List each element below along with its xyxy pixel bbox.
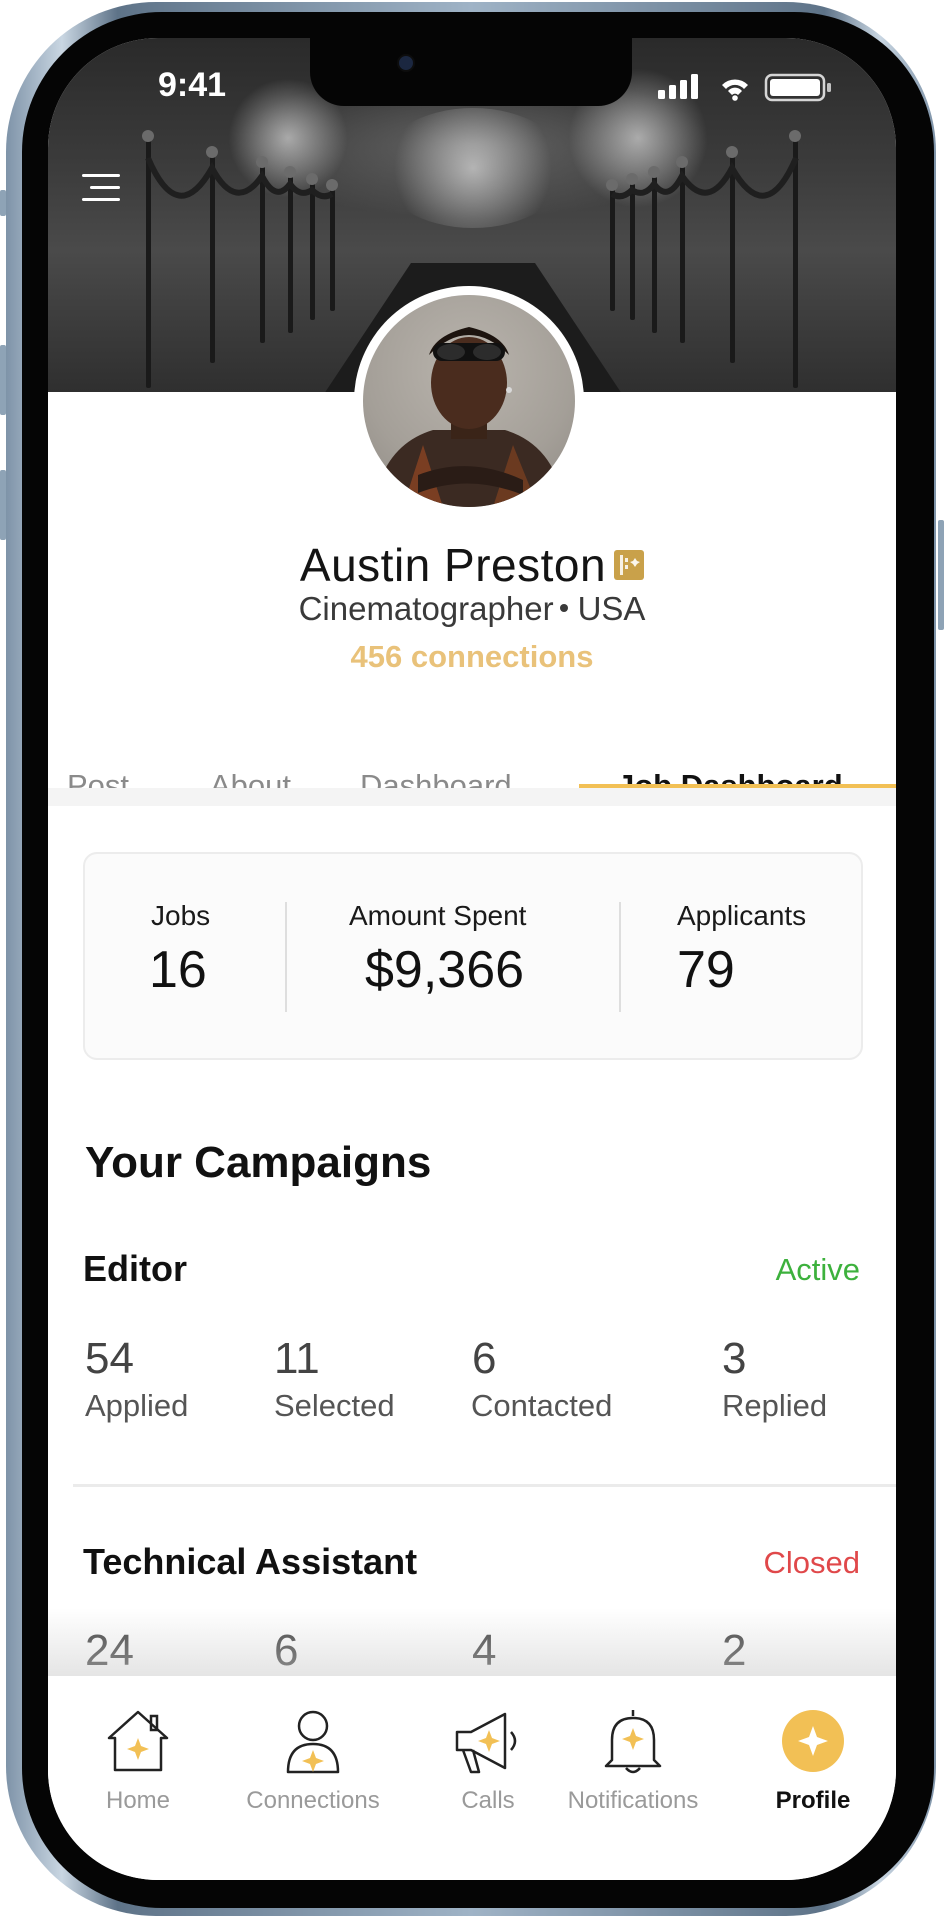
tab-divider <box>48 788 896 806</box>
metric-applied-label: Applied <box>85 1388 189 1423</box>
wifi-icon <box>722 79 748 101</box>
campaign-status-closed: Closed <box>763 1545 861 1580</box>
metric-contacted-label: Contacted <box>471 1388 613 1423</box>
person-icon <box>278 1706 348 1776</box>
bell-icon <box>598 1706 668 1776</box>
metric-selected-value: 11 <box>274 1334 320 1383</box>
profile-star-icon <box>778 1706 848 1776</box>
profile-name: Austin Preston <box>299 539 607 591</box>
campaign-status-active: Active <box>775 1252 860 1287</box>
stat-amount-label: Amount Spent <box>349 900 527 931</box>
notch <box>310 38 632 106</box>
stat-jobs-label: Jobs <box>151 900 211 931</box>
campaigns-title: Your Campaigns <box>85 1138 432 1187</box>
metric-applied-value: 54 <box>85 1334 134 1383</box>
status-icons <box>658 72 838 102</box>
megaphone-icon <box>453 1706 523 1776</box>
app-screen: 9:41 Austin Preston Cinematographer USA … <box>48 38 896 1880</box>
signal-icon <box>658 74 698 99</box>
nav-connections-label: Connections <box>246 1787 380 1814</box>
nav-home-label: Home <box>105 1787 171 1814</box>
separator-dot <box>559 604 568 613</box>
metric-selected-label: Selected <box>274 1388 395 1423</box>
profile-role: Cinematographer <box>298 590 554 627</box>
nav-profile-label: Profile <box>775 1787 851 1814</box>
battery-icon <box>764 73 831 102</box>
volume-up-button <box>0 345 6 415</box>
stat-divider <box>285 902 287 1012</box>
nav-calls-label: Calls <box>461 1787 515 1814</box>
nav-notifications[interactable]: Notifications <box>548 1676 718 1826</box>
stat-applicants-value: 79 <box>677 941 735 999</box>
connections-link[interactable]: 456 connections <box>48 639 896 675</box>
nav-notifications-label: Notifications <box>567 1787 699 1814</box>
bottom-nav: Home Connections Calls Notifications Pro… <box>48 1676 896 1880</box>
campaign-title: Technical Assistant <box>83 1541 418 1582</box>
stat-applicants-label: Applicants <box>677 900 807 931</box>
nav-profile[interactable]: Profile <box>758 1676 868 1826</box>
nav-calls[interactable]: Calls <box>438 1676 538 1826</box>
menu-button[interactable] <box>82 172 126 206</box>
profile-name-row: Austin Preston <box>48 538 896 592</box>
profile-subtitle: Cinematographer USA <box>48 590 896 628</box>
metric-contacted-value: 6 <box>472 1334 497 1383</box>
home-icon <box>103 1706 173 1776</box>
stat-jobs-value: 16 <box>149 941 207 999</box>
stat-divider <box>619 902 621 1012</box>
stat-amount-value: $9,366 <box>365 941 525 999</box>
profile-country: USA <box>577 590 646 627</box>
nav-home[interactable]: Home <box>88 1676 188 1826</box>
metric-replied-label: Replied <box>722 1388 828 1423</box>
avatar[interactable] <box>354 286 584 516</box>
verified-badge-icon <box>614 550 645 580</box>
campaign-title: Editor <box>83 1248 187 1289</box>
nav-connections[interactable]: Connections <box>228 1676 398 1826</box>
stats-card: Jobs 16 Amount Spent $9,366 Applicants 7… <box>83 852 863 1060</box>
profile-photo <box>363 295 575 507</box>
status-time: 9:41 <box>158 66 227 104</box>
metric-replied-value: 3 <box>722 1334 747 1383</box>
volume-down-button <box>0 470 6 540</box>
power-button <box>938 520 944 630</box>
profile-tabs: Post About Dashboard Job Dashboard <box>48 726 896 830</box>
mute-switch <box>0 190 6 216</box>
campaign-divider <box>73 1484 896 1487</box>
front-camera <box>397 54 415 72</box>
